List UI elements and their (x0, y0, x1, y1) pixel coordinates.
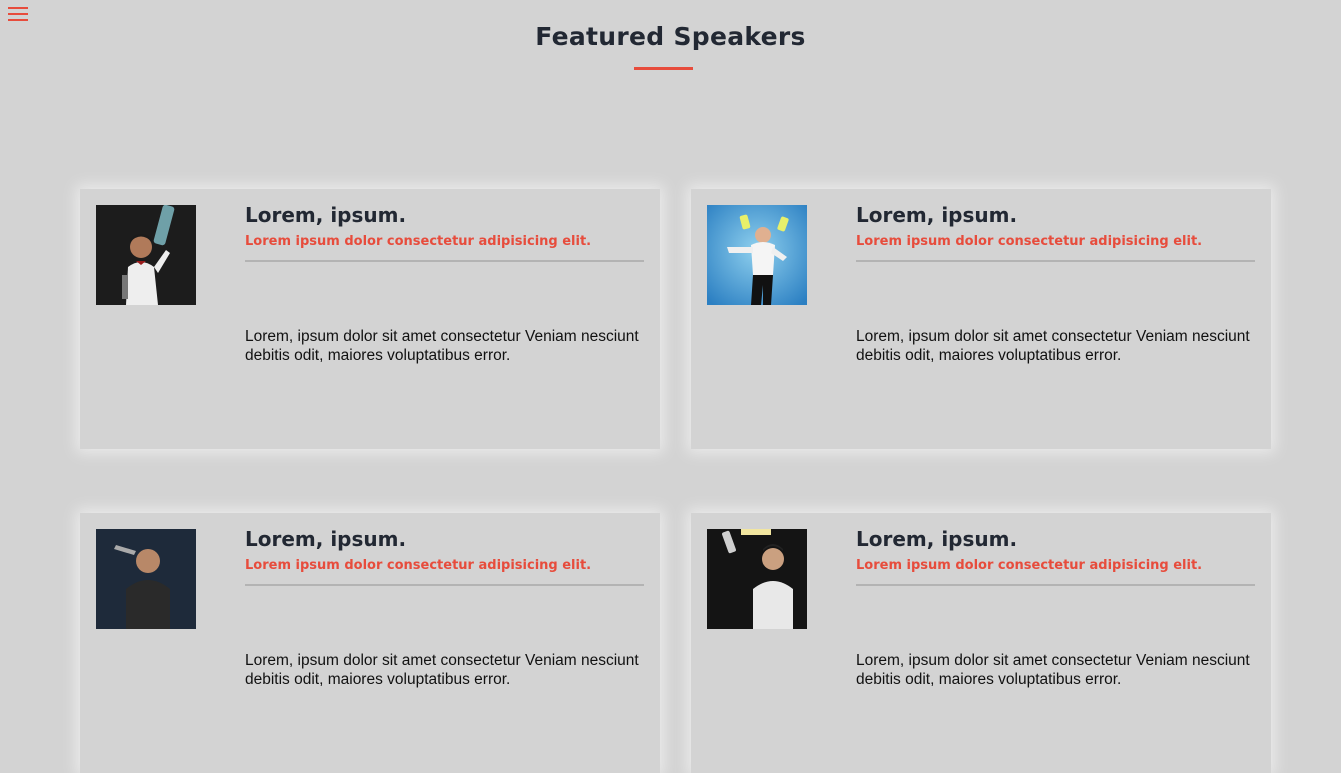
speaker-photo (96, 205, 196, 305)
speaker-role: Lorem ipsum dolor consectetur adipisicin… (245, 558, 592, 573)
speaker-bio: Lorem, ipsum dolor sit amet consectetur … (856, 652, 1250, 688)
speaker-card: Lorem, ipsum. Lorem ipsum dolor consecte… (80, 513, 660, 773)
title-underline (634, 67, 693, 70)
speaker-bio: Lorem, ipsum dolor sit amet consectetur … (245, 652, 639, 688)
divider (245, 260, 644, 262)
speaker-name: Lorem, ipsum. (245, 203, 407, 227)
speaker-name: Lorem, ipsum. (245, 527, 407, 551)
speaker-photo (707, 529, 807, 629)
speaker-role: Lorem ipsum dolor consectetur adipisicin… (245, 234, 592, 249)
speaker-role: Lorem ipsum dolor consectetur adipisicin… (856, 558, 1203, 573)
menu-bar (8, 19, 28, 21)
speaker-card: Lorem, ipsum. Lorem ipsum dolor consecte… (691, 189, 1271, 449)
speaker-photo (707, 205, 807, 305)
section-title: Featured Speakers (535, 22, 806, 51)
divider (856, 584, 1255, 586)
divider (856, 260, 1255, 262)
divider (245, 584, 644, 586)
menu-bar (8, 7, 28, 9)
speaker-card: Lorem, ipsum. Lorem ipsum dolor consecte… (691, 513, 1271, 773)
speaker-name: Lorem, ipsum. (856, 203, 1018, 227)
speaker-photo (96, 529, 196, 629)
speaker-bio: Lorem, ipsum dolor sit amet consectetur … (245, 328, 639, 364)
speaker-name: Lorem, ipsum. (856, 527, 1018, 551)
speaker-role: Lorem ipsum dolor consectetur adipisicin… (856, 234, 1203, 249)
speaker-bio: Lorem, ipsum dolor sit amet consectetur … (856, 328, 1250, 364)
speaker-card: Lorem, ipsum. Lorem ipsum dolor consecte… (80, 189, 660, 449)
menu-bar (8, 13, 28, 15)
hamburger-menu-icon[interactable] (8, 7, 28, 23)
